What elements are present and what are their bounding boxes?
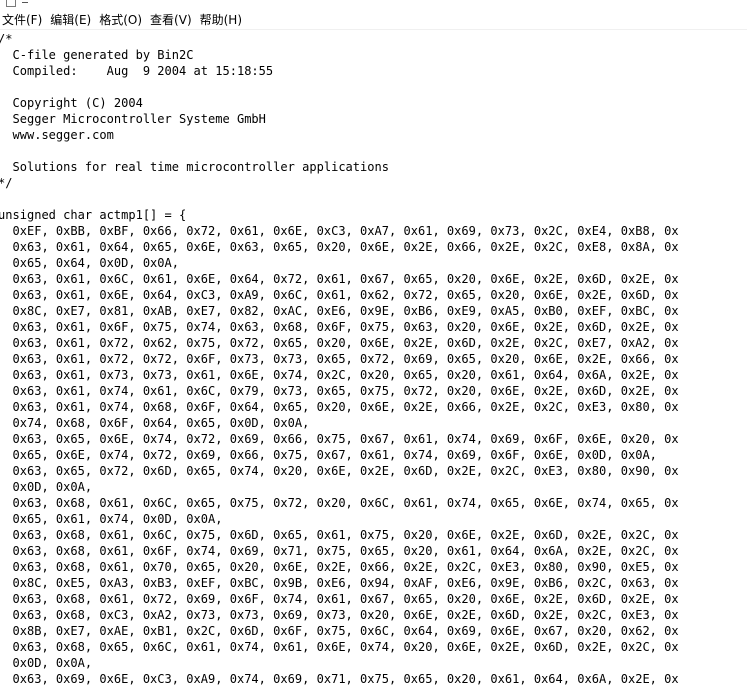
editor-line: Solutions for real time microcontroller … [0,159,390,174]
editor-line: 0x63, 0x65, 0x72, 0x6D, 0x65, 0x74, 0x20… [0,463,679,478]
editor-line: 0x0D, 0x0A, [0,479,93,494]
editor-line: 0x8C, 0xE5, 0xA3, 0xB3, 0xEF, 0xBC, 0x9B… [0,575,679,590]
editor-line: C-file generated by Bin2C [0,47,194,62]
editor-line: 0x63, 0x68, 0x61, 0x6F, 0x74, 0x69, 0x71… [0,543,679,558]
editor-line: 0x63, 0x68, 0x61, 0x72, 0x69, 0x6F, 0x74… [0,591,679,606]
editor-line: 0x63, 0x61, 0x73, 0x73, 0x61, 0x6E, 0x74… [0,367,679,382]
editor-line: 0x74, 0x68, 0x6F, 0x64, 0x65, 0x0D, 0x0A… [0,415,310,430]
editor-text-content[interactable]: /* C-file generated by Bin2C Compiled: A… [0,31,711,687]
title-separator [22,2,28,3]
notepad-document-icon [6,0,16,7]
title-bar [0,0,747,8]
editor-line: 0x63, 0x61, 0x74, 0x68, 0x6F, 0x64, 0x65… [0,399,679,414]
editor-line: 0x63, 0x65, 0x6E, 0x74, 0x72, 0x69, 0x66… [0,431,679,446]
menu-edit[interactable]: 编辑(E) [47,11,96,28]
menu-help[interactable]: 帮助(H) [197,11,247,28]
editor-line: */ [0,175,13,190]
editor-line: 0x0D, 0x0A, [0,655,93,670]
editor-line: 0x8C, 0xE7, 0x81, 0xAB, 0xE7, 0x82, 0xAC… [0,303,679,318]
editor-line: Segger Microcontroller Systeme GmbH [0,111,266,126]
editor-line: 0x63, 0x68, 0xC3, 0xA2, 0x73, 0x73, 0x69… [0,607,679,622]
editor-line: 0x65, 0x64, 0x0D, 0x0A, [0,255,180,270]
menu-view[interactable]: 查看(V) [147,11,197,28]
editor-line: 0x63, 0x61, 0x72, 0x62, 0x75, 0x72, 0x65… [0,335,679,350]
editor-line: 0x65, 0x6E, 0x74, 0x72, 0x69, 0x66, 0x75… [0,447,657,462]
editor-line: 0x63, 0x61, 0x64, 0x65, 0x6E, 0x63, 0x65… [0,239,679,254]
editor-line: Copyright (C) 2004 [0,95,143,110]
menu-divider [0,29,747,30]
editor-line: 0x63, 0x61, 0x74, 0x61, 0x6C, 0x79, 0x73… [0,383,679,398]
editor-line: unsigned char actmp1[] = { [0,207,187,222]
editor-line: 0x63, 0x61, 0x6F, 0x75, 0x74, 0x63, 0x68… [0,319,679,334]
editor-line: 0x63, 0x68, 0x61, 0x6C, 0x65, 0x75, 0x72… [0,495,679,510]
editor-line: 0x63, 0x61, 0x6E, 0x64, 0xC3, 0xA9, 0x6C… [0,287,679,302]
text-editor-area[interactable]: /* C-file generated by Bin2C Compiled: A… [0,31,747,693]
editor-line: 0x65, 0x61, 0x74, 0x0D, 0x0A, [0,511,223,526]
menu-bar: 文件(F) 编辑(E) 格式(O) 查看(V) 帮助(H) [0,9,747,29]
editor-line: 0x63, 0x68, 0x61, 0x70, 0x65, 0x20, 0x6E… [0,559,679,574]
editor-line: 0x63, 0x61, 0x72, 0x72, 0x6F, 0x73, 0x73… [0,351,679,366]
editor-line: 0x63, 0x68, 0x65, 0x6C, 0x61, 0x74, 0x61… [0,639,679,654]
editor-line: www.segger.com [0,127,114,142]
menu-file[interactable]: 文件(F) [0,11,47,28]
editor-line: Compiled: Aug 9 2004 at 15:18:55 [0,63,274,78]
editor-line: 0x63, 0x68, 0x61, 0x6C, 0x75, 0x6D, 0x65… [0,527,679,542]
editor-line: 0x63, 0x69, 0x6E, 0xC3, 0xA9, 0x74, 0x69… [0,671,679,686]
menu-format[interactable]: 格式(O) [96,11,147,28]
editor-line: 0x8B, 0xE7, 0xAE, 0xB1, 0x2C, 0x6D, 0x6F… [0,623,679,638]
editor-line: 0x63, 0x61, 0x6C, 0x61, 0x6E, 0x64, 0x72… [0,271,679,286]
editor-line: 0xEF, 0xBB, 0xBF, 0x66, 0x72, 0x61, 0x6E… [0,223,679,238]
editor-line: /* [0,31,13,46]
